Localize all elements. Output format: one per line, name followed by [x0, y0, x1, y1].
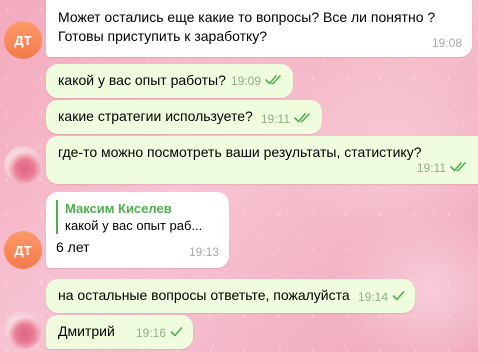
message-text: Может остались еще какие то вопросы? Все…	[58, 9, 440, 44]
check-icon	[170, 324, 183, 343]
avatar-initials: ДТ	[14, 32, 32, 48]
message-time: 19:14	[357, 290, 388, 304]
double-check-icon	[294, 110, 312, 129]
reply-preview[interactable]: Максим Киселев какой у вас опыт раб...	[56, 200, 219, 234]
message-time: 19:11	[260, 112, 290, 126]
message-incoming[interactable]: Может остались еще какие то вопросы? Все…	[46, 0, 472, 57]
message-time: 19:13	[188, 245, 219, 259]
message-time: 19:08	[431, 36, 462, 50]
message-outgoing[interactable]: на остальные вопросы ответьте, пожалуйст…	[46, 279, 415, 313]
message-outgoing[interactable]: какой у вас опыт работы? 19:09	[46, 64, 293, 98]
double-check-icon	[265, 72, 283, 91]
check-icon	[392, 288, 405, 307]
message-outgoing[interactable]: где-то можно посмотреть ваши результаты,…	[46, 136, 478, 184]
self-avatar[interactable]	[4, 146, 42, 184]
message-outgoing[interactable]: Дмитрий 19:16	[46, 315, 193, 349]
double-check-icon	[450, 159, 468, 178]
reply-author: Максим Киселев	[65, 201, 172, 216]
self-avatar[interactable]	[4, 311, 42, 349]
message-incoming-reply[interactable]: Максим Киселев какой у вас опыт раб... 6…	[46, 192, 229, 268]
avatar-initials: ДТ	[14, 242, 32, 258]
contact-avatar[interactable]: ДТ	[4, 231, 42, 269]
message-text: где-то можно посмотреть ваши результаты,…	[58, 144, 422, 160]
message-time: 19:11	[416, 161, 446, 175]
reply-snippet: какой у вас опыт раб...	[65, 218, 203, 233]
contact-avatar[interactable]: ДТ	[4, 21, 42, 59]
message-time: 19:16	[135, 326, 166, 340]
message-text: на остальные вопросы ответьте, пожалуйст…	[58, 287, 350, 303]
message-outgoing[interactable]: какие стратегии используете? 19:11	[46, 100, 322, 134]
message-time: 19:09	[230, 74, 261, 88]
